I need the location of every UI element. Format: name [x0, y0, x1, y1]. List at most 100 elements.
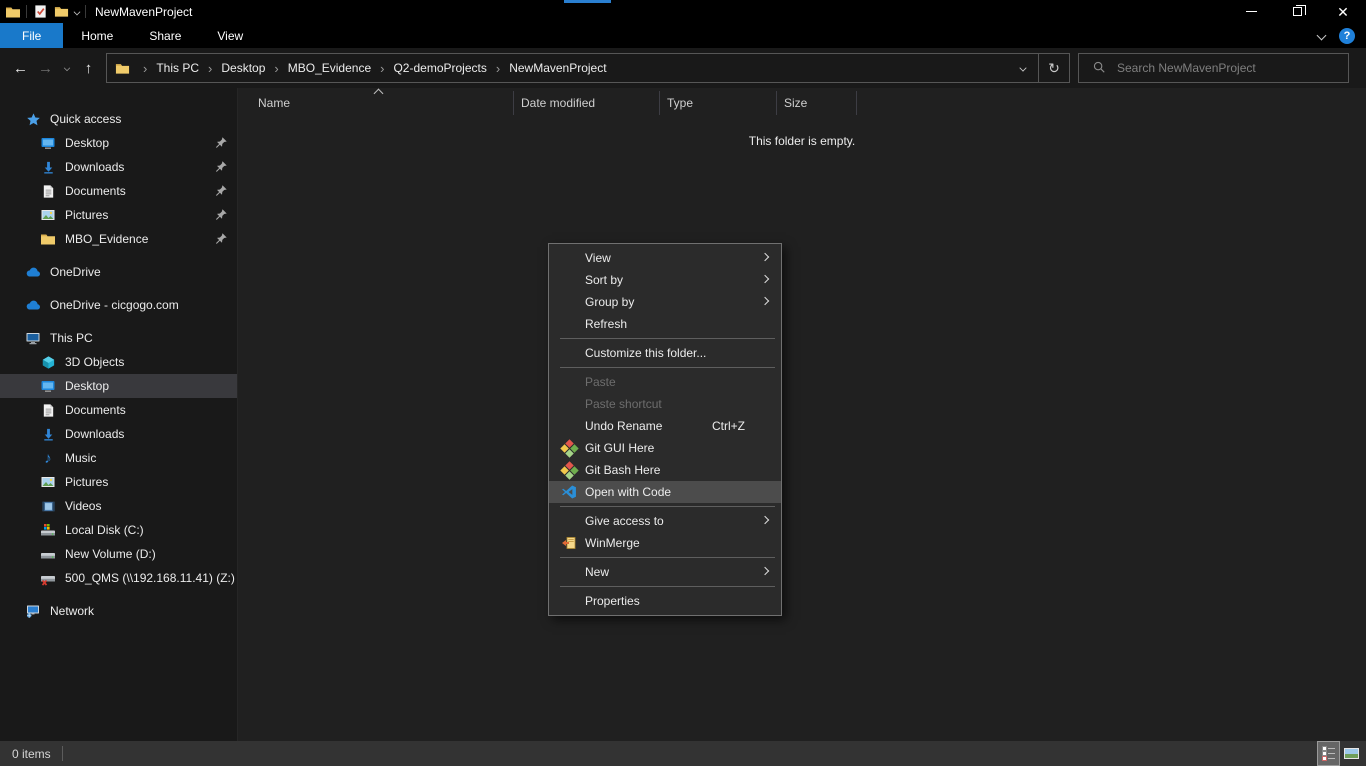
status-left: 0 items [0, 746, 63, 761]
sidebar-item-3d-objects[interactable]: 3D Objects [0, 350, 237, 374]
sidebar-item-onedrive-cicgogo[interactable]: OneDrive - cicgogo.com [0, 293, 237, 317]
ribbon-tab-row: File Home Share View ? [0, 23, 1366, 48]
folder-icon [40, 231, 56, 247]
menu-item-undo-rename[interactable]: Undo Rename Ctrl+Z [549, 415, 781, 437]
sidebar-item-network[interactable]: Network [0, 599, 237, 623]
close-button[interactable]: ✕ [1320, 0, 1366, 23]
menu-item-properties[interactable]: Properties [549, 590, 781, 612]
large-icons-view-icon [1344, 748, 1359, 759]
disk-disconnected-icon [40, 570, 56, 586]
tab-view[interactable]: View [199, 23, 261, 48]
expand-ribbon-chevron-icon[interactable] [1317, 31, 1327, 41]
search-input[interactable]: Search NewMavenProject [1117, 61, 1256, 75]
tab-file[interactable]: File [0, 23, 63, 48]
submenu-arrow-icon [761, 567, 769, 575]
menu-item-git-bash-here[interactable]: Git Bash Here [549, 459, 781, 481]
sidebar-item-desktop-pinned[interactable]: Desktop [0, 131, 237, 155]
menu-item-label: Give access to [585, 514, 664, 528]
menu-item-view[interactable]: View [549, 247, 781, 269]
sidebar-item-downloads[interactable]: Downloads [0, 422, 237, 446]
monitor-icon [40, 135, 56, 151]
column-header-type[interactable]: Type [660, 91, 777, 115]
menu-item-customize-this-folder[interactable]: Customize this folder... [549, 342, 781, 364]
forward-button[interactable]: → [33, 55, 58, 81]
music-icon: ♪ [40, 450, 56, 466]
sidebar-item-videos[interactable]: Videos [0, 494, 237, 518]
tab-share[interactable]: Share [131, 23, 199, 48]
sidebar-item-this-pc[interactable]: This PC [0, 326, 237, 350]
sidebar-item-label: OneDrive [50, 265, 101, 279]
column-header-size[interactable]: Size [777, 91, 857, 115]
details-view-button[interactable] [1317, 741, 1340, 766]
menu-item-label: View [585, 251, 611, 265]
sidebar-item-network-drive-z[interactable]: 500_QMS (\\192.168.11.41) (Z:) [0, 566, 237, 590]
git-icon [560, 439, 578, 457]
menu-item-sort-by[interactable]: Sort by [549, 269, 781, 291]
recent-locations-chevron-icon[interactable] [58, 55, 76, 81]
breadcrumb-chevron-icon: › [371, 62, 393, 75]
sidebar-section-gap [0, 284, 237, 293]
sidebar-item-downloads-pinned[interactable]: Downloads [0, 155, 237, 179]
restore-button[interactable] [1274, 0, 1320, 23]
star-icon [25, 111, 41, 127]
sidebar-item-new-volume-d[interactable]: New Volume (D:) [0, 542, 237, 566]
menu-item-label: Undo Rename [585, 419, 662, 433]
menu-item-open-with-code[interactable]: Open with Code [549, 481, 781, 503]
disk-windows-icon [40, 522, 56, 538]
menu-item-paste[interactable]: Paste [549, 371, 781, 393]
menu-separator [560, 586, 775, 587]
menu-item-winmerge[interactable]: WinMerge [549, 532, 781, 554]
menu-separator [560, 506, 775, 507]
menu-item-group-by[interactable]: Group by [549, 291, 781, 313]
breadcrumb-newmavenproject[interactable]: NewMavenProject [509, 61, 606, 75]
search-box[interactable]: Search NewMavenProject [1078, 53, 1349, 83]
sidebar-item-quick-access[interactable]: Quick access [0, 107, 237, 131]
breadcrumb-mbo-evidence[interactable]: MBO_Evidence [288, 61, 371, 75]
sidebar-item-label: Desktop [65, 379, 109, 393]
address-dropdown-chevron-icon[interactable] [1007, 54, 1038, 82]
minimize-button[interactable] [1228, 0, 1274, 23]
video-icon [40, 498, 56, 514]
sidebar-item-pictures-pinned[interactable]: Pictures [0, 203, 237, 227]
breadcrumb-desktop[interactable]: Desktop [221, 61, 265, 75]
document-icon [40, 402, 56, 418]
customize-toolbar-chevron-icon[interactable] [74, 8, 81, 15]
cloud-icon [25, 297, 41, 313]
sidebar-item-pictures[interactable]: Pictures [0, 470, 237, 494]
sidebar-item-label: Downloads [65, 160, 124, 174]
menu-item-paste-shortcut[interactable]: Paste shortcut [549, 393, 781, 415]
cube-icon [40, 354, 56, 370]
menu-item-label: Properties [585, 594, 640, 608]
up-button[interactable]: ↑ [76, 55, 101, 81]
back-button[interactable]: ← [8, 55, 33, 81]
sidebar-item-label: Downloads [65, 427, 124, 441]
properties-check-icon[interactable] [32, 4, 48, 20]
sidebar-item-mbo-evidence-pinned[interactable]: MBO_Evidence [0, 227, 237, 251]
address-bar[interactable]: › This PC › Desktop › MBO_Evidence › Q2-… [106, 53, 1070, 83]
sidebar-item-desktop[interactable]: Desktop [0, 374, 237, 398]
menu-item-refresh[interactable]: Refresh [549, 313, 781, 335]
breadcrumb-q2-demoprojects[interactable]: Q2-demoProjects [393, 61, 486, 75]
refresh-icon[interactable]: ↻ [1038, 54, 1069, 82]
menu-item-git-gui-here[interactable]: Git GUI Here [549, 437, 781, 459]
sidebar-item-onedrive[interactable]: OneDrive [0, 260, 237, 284]
submenu-arrow-icon [761, 275, 769, 283]
sidebar-item-label: Music [65, 451, 96, 465]
menu-item-give-access-to[interactable]: Give access to [549, 510, 781, 532]
large-icons-view-button[interactable] [1340, 741, 1363, 766]
breadcrumb-this-pc[interactable]: This PC [156, 61, 199, 75]
pin-icon [215, 208, 228, 224]
help-icon[interactable]: ? [1339, 28, 1355, 44]
sidebar-item-local-disk-c[interactable]: Local Disk (C:) [0, 518, 237, 542]
sidebar-item-documents[interactable]: Documents [0, 398, 237, 422]
sidebar-section-gap [0, 590, 237, 599]
tab-home[interactable]: Home [63, 23, 131, 48]
menu-item-new[interactable]: New [549, 561, 781, 583]
sidebar-item-label: Quick access [50, 112, 121, 126]
column-header-date-modified[interactable]: Date modified [514, 91, 660, 115]
sidebar-item-documents-pinned[interactable]: Documents [0, 179, 237, 203]
column-headers: Name Date modified Type Size [238, 89, 1366, 117]
sidebar-item-music[interactable]: ♪ Music [0, 446, 237, 470]
title-bar: NewMavenProject ✕ [0, 0, 1366, 23]
new-folder-icon[interactable] [53, 4, 69, 20]
